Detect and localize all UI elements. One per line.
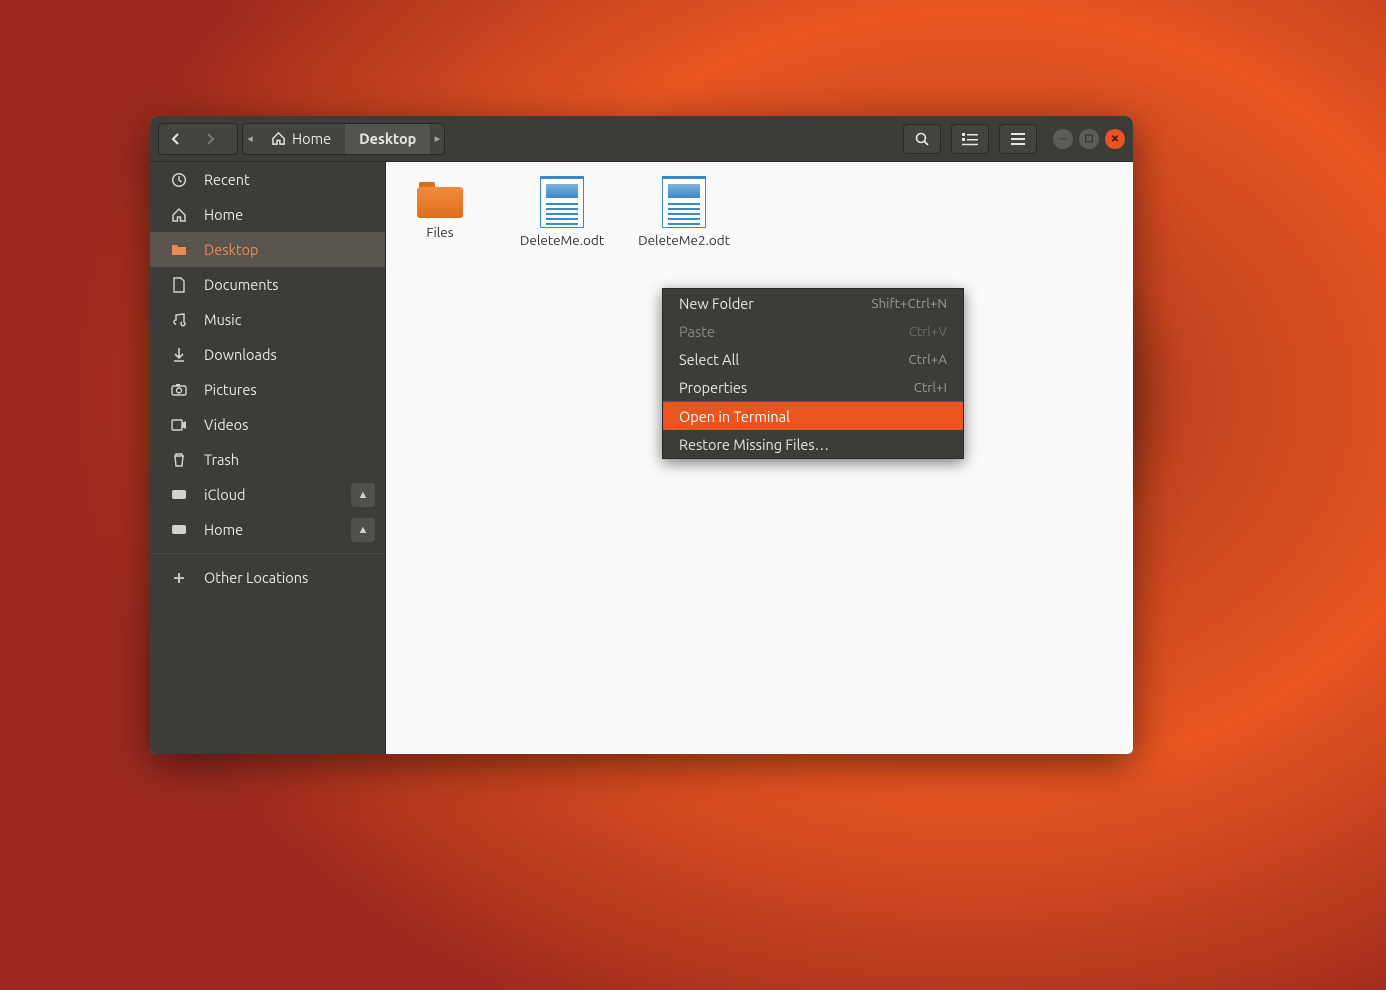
sidebar-separator — [150, 553, 385, 554]
sidebar-item-home[interactable]: Home — [150, 197, 385, 232]
sidebar-item-label: Downloads — [204, 346, 277, 363]
window-controls: ─ ☐ ✕ — [1053, 129, 1125, 149]
sidebar: Recent Home Desktop Documents Music Down… — [150, 162, 386, 754]
sidebar-item-recent[interactable]: Recent — [150, 162, 385, 197]
menu-label: Select All — [679, 351, 739, 368]
path-prev-icon: ◂ — [243, 132, 257, 145]
download-icon — [170, 347, 188, 363]
menu-label: Restore Missing Files… — [679, 436, 829, 453]
document-icon — [170, 277, 188, 293]
menu-item-new-folder[interactable]: New Folder Shift+Ctrl+N — [663, 289, 963, 317]
hamburger-menu-button[interactable] — [999, 124, 1037, 154]
drive-icon — [170, 524, 188, 535]
sidebar-item-label: Home — [204, 206, 243, 223]
sidebar-item-label: Documents — [204, 276, 279, 293]
menu-label: Paste — [679, 323, 715, 340]
sidebar-item-downloads[interactable]: Downloads — [150, 337, 385, 372]
file-label: Files — [426, 224, 453, 241]
path-next-icon: ▸ — [430, 132, 444, 145]
view-mode-button[interactable] — [951, 124, 989, 154]
chevron-left-icon — [171, 133, 181, 145]
file-item-document[interactable]: DeleteMe.odt — [526, 176, 598, 249]
home-icon — [271, 131, 286, 146]
sidebar-item-label: Pictures — [204, 381, 257, 398]
eject-icon: ▲ — [358, 524, 369, 536]
sidebar-item-label: Recent — [204, 171, 250, 188]
list-view-icon — [961, 132, 979, 146]
toolbar-right: ─ ☐ ✕ — [903, 124, 1125, 154]
minimize-icon: ─ — [1059, 133, 1066, 145]
home-icon — [170, 207, 188, 223]
path-bar: ◂ Home Desktop ▸ — [242, 123, 445, 155]
sidebar-item-music[interactable]: Music — [150, 302, 385, 337]
path-segment-home[interactable]: Home — [257, 124, 345, 154]
menu-shortcut: Ctrl+I — [914, 379, 947, 395]
icon-grid: Files DeleteMe.odt DeleteMe2.odt — [404, 176, 1115, 249]
forward-button[interactable] — [193, 124, 227, 154]
sidebar-item-other-locations[interactable]: Other Locations — [150, 560, 385, 595]
file-item-document[interactable]: DeleteMe2.odt — [648, 176, 720, 249]
minimize-button[interactable]: ─ — [1053, 129, 1073, 149]
menu-item-open-terminal[interactable]: Open in Terminal — [663, 402, 963, 430]
folder-icon — [417, 182, 463, 218]
back-button[interactable] — [159, 124, 193, 154]
path-current-label: Desktop — [359, 130, 416, 147]
trash-icon — [170, 452, 188, 468]
sidebar-item-home-drive[interactable]: Home ▲ — [150, 512, 385, 547]
document-icon — [540, 176, 584, 228]
document-icon — [662, 176, 706, 228]
sidebar-item-label: Home — [204, 521, 243, 538]
menu-label: Properties — [679, 379, 747, 396]
sidebar-item-videos[interactable]: Videos — [150, 407, 385, 442]
sidebar-item-label: Music — [204, 311, 241, 328]
sidebar-item-icloud[interactable]: iCloud ▲ — [150, 477, 385, 512]
chevron-right-icon — [205, 133, 215, 145]
eject-button[interactable]: ▲ — [351, 483, 375, 507]
plus-icon — [170, 571, 188, 585]
nav-button-group — [158, 123, 238, 155]
path-home-label: Home — [292, 130, 331, 147]
hamburger-icon — [1010, 133, 1026, 145]
folder-icon — [170, 243, 188, 257]
file-label: DeleteMe2.odt — [638, 232, 730, 249]
path-segment-current[interactable]: Desktop — [345, 124, 430, 154]
maximize-button[interactable]: ☐ — [1079, 129, 1099, 149]
sidebar-item-pictures[interactable]: Pictures — [150, 372, 385, 407]
sidebar-item-label: Trash — [204, 451, 239, 468]
header-bar: ◂ Home Desktop ▸ — [150, 116, 1133, 162]
maximize-icon: ☐ — [1085, 133, 1094, 145]
sidebar-item-documents[interactable]: Documents — [150, 267, 385, 302]
file-manager-window: ◂ Home Desktop ▸ — [150, 116, 1133, 754]
sidebar-item-desktop[interactable]: Desktop — [150, 232, 385, 267]
close-icon: ✕ — [1111, 133, 1119, 145]
window-body: Recent Home Desktop Documents Music Down… — [150, 162, 1133, 754]
video-icon — [170, 419, 188, 431]
search-button[interactable] — [903, 124, 941, 154]
search-icon — [914, 131, 930, 147]
menu-item-select-all[interactable]: Select All Ctrl+A — [663, 345, 963, 373]
file-label: DeleteMe.odt — [520, 232, 604, 249]
file-item-folder[interactable]: Files — [404, 176, 476, 249]
drive-icon — [170, 489, 188, 500]
menu-item-restore-files[interactable]: Restore Missing Files… — [663, 430, 963, 458]
close-button[interactable]: ✕ — [1105, 129, 1125, 149]
eject-button[interactable]: ▲ — [351, 518, 375, 542]
sidebar-item-label: Videos — [204, 416, 248, 433]
clock-icon — [170, 172, 188, 188]
menu-label: New Folder — [679, 295, 754, 312]
context-menu: New Folder Shift+Ctrl+N Paste Ctrl+V Sel… — [662, 288, 964, 459]
menu-shortcut: Ctrl+V — [909, 323, 947, 339]
menu-label: Open in Terminal — [679, 408, 790, 425]
menu-shortcut: Shift+Ctrl+N — [871, 295, 947, 311]
music-icon — [170, 312, 188, 328]
eject-icon: ▲ — [358, 489, 369, 501]
sidebar-item-trash[interactable]: Trash — [150, 442, 385, 477]
menu-item-properties[interactable]: Properties Ctrl+I — [663, 373, 963, 401]
sidebar-item-label: Other Locations — [204, 569, 308, 586]
sidebar-item-label: iCloud — [204, 486, 245, 503]
sidebar-item-label: Desktop — [204, 241, 258, 258]
menu-item-paste: Paste Ctrl+V — [663, 317, 963, 345]
menu-shortcut: Ctrl+A — [908, 351, 947, 367]
camera-icon — [170, 383, 188, 396]
